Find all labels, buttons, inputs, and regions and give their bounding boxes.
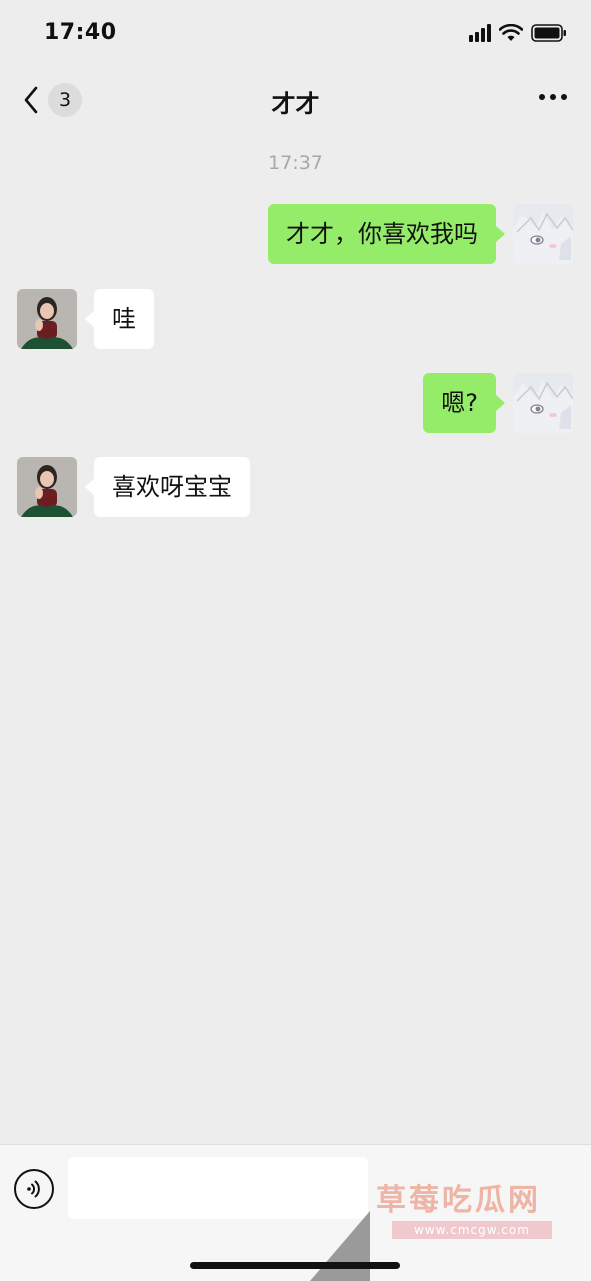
wifi-icon (499, 24, 523, 41)
message-bubble-outgoing[interactable]: 嗯? (423, 373, 505, 433)
status-icons (469, 24, 567, 42)
my-avatar[interactable] (513, 204, 573, 264)
signal-icon (469, 24, 491, 42)
my-avatar[interactable] (513, 373, 573, 433)
message-bubble-outgoing[interactable]: 才才，你喜欢我吗 (268, 204, 505, 264)
message-input[interactable] (68, 1157, 368, 1219)
contact-avatar[interactable] (17, 457, 77, 517)
more-dots-icon (550, 94, 556, 100)
message-timestamp: 17:37 (268, 152, 323, 174)
status-bar: 17:40 (0, 0, 591, 70)
chat-title: 才才 (271, 90, 320, 118)
status-time: 17:40 (44, 20, 117, 45)
watermark-logo: 草莓吃瓜网 (376, 1183, 541, 1218)
more-dots-icon (539, 94, 545, 100)
message-bubble-incoming[interactable]: 哇 (85, 289, 154, 349)
contact-avatar[interactable] (17, 289, 77, 349)
input-bar: 草莓吃瓜网 www.cmcgw.com (0, 1144, 591, 1281)
nav-bar: 3 才才 (0, 70, 591, 130)
battery-icon (531, 24, 566, 42)
home-indicator[interactable] (190, 1262, 400, 1269)
more-dots-icon (561, 94, 567, 100)
watermark-url: www.cmcgw.com (392, 1221, 552, 1239)
voice-icon (27, 1180, 40, 1198)
more-button[interactable] (539, 94, 567, 100)
overlay-shape (310, 1211, 370, 1281)
voice-button[interactable] (14, 1169, 54, 1209)
message-bubble-incoming[interactable]: 喜欢呀宝宝 (85, 457, 250, 517)
